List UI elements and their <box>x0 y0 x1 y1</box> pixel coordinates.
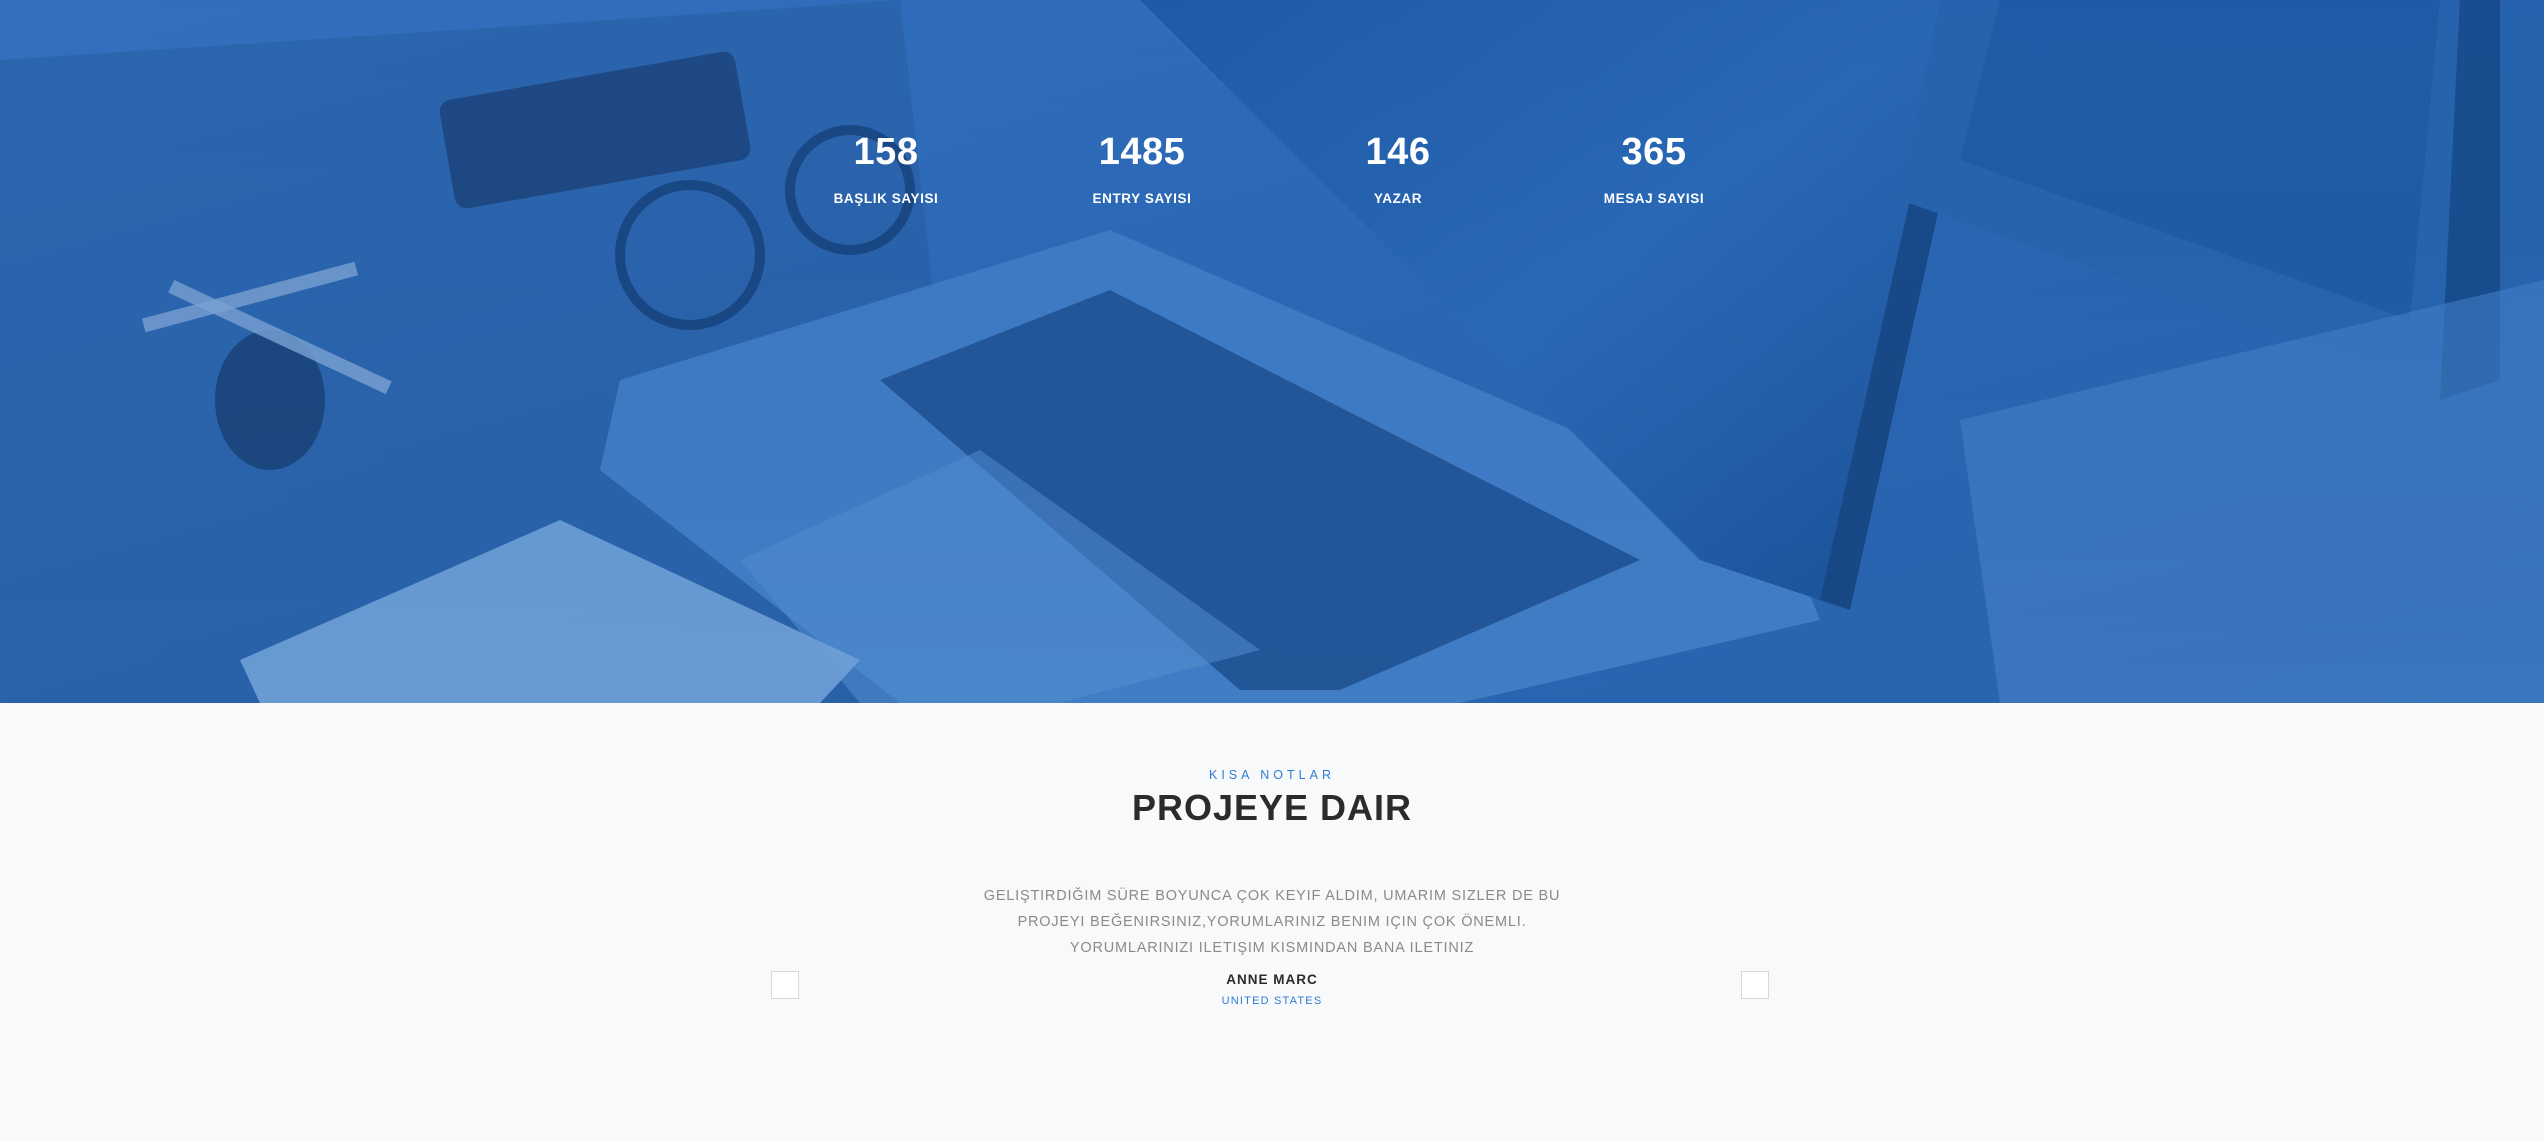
stat-counter-basliks: 158 BAŞLIK SAYISI <box>776 128 996 208</box>
testimonial-country: UNITED STATES <box>1221 995 1323 1007</box>
testimonial-quote: GELIŞTIRDIĞIM SÜRE BOYUNCA ÇOK KEYIF ALD… <box>983 888 1561 956</box>
stat-label: BAŞLIK SAYISI <box>833 191 939 206</box>
stat-label: MESAJ SAYISI <box>1603 191 1705 206</box>
stats-section: 158 BAŞLIK SAYISI 1485 ENTRY SAYISI 146 … <box>0 0 2544 703</box>
stat-value: 158 <box>853 131 919 173</box>
stat-label: ENTRY SAYISI <box>1092 191 1192 206</box>
stat-label: YAZAR <box>1373 191 1423 206</box>
blue-overlay <box>0 0 2544 703</box>
stat-value: 1485 <box>1098 131 1186 173</box>
stat-counter-messages: 365 MESAJ SAYISI <box>1544 128 1764 208</box>
stat-value: 365 <box>1621 131 1687 173</box>
stat-counter-authors: 146 YAZAR <box>1288 128 1508 208</box>
slider-next-button[interactable] <box>1741 971 1769 999</box>
testimonials-section: KISA NOTLAR PROJEYE DAIR GELIŞTIRDIĞIM S… <box>0 703 2544 1141</box>
testimonial-author: ANNE MARC <box>1226 972 1318 987</box>
section-title: PROJEYE DAIR <box>1131 787 1413 828</box>
stat-counter-entries: 1485 ENTRY SAYISI <box>1032 128 1252 208</box>
stat-value: 146 <box>1365 131 1431 173</box>
section-eyebrow: KISA NOTLAR <box>1209 768 1335 782</box>
